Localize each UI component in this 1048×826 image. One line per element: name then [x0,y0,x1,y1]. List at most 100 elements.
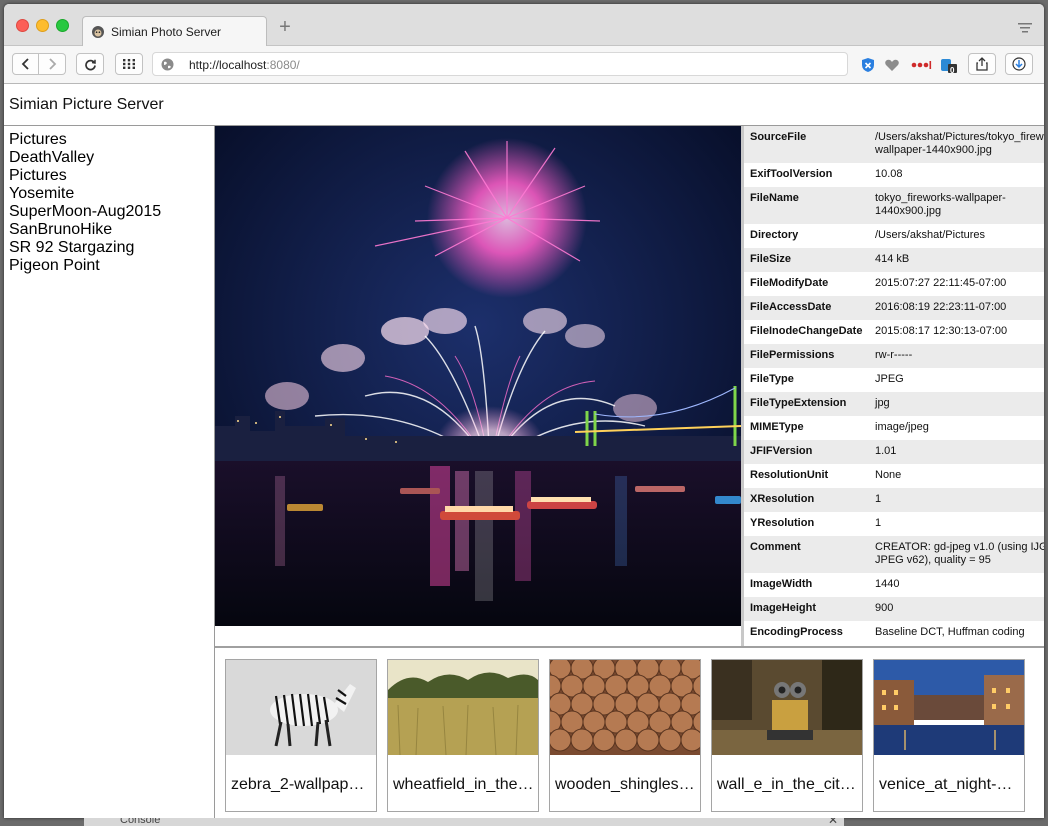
tab-simian-photo-server[interactable]: Simian Photo Server [82,16,267,47]
thumbnail-venice[interactable]: venice_at_night-wallpaper-1440x900.jpg [873,659,1025,812]
metadata-value: /Users/akshat/Pictures/tokyo_fireworks-w… [869,126,1044,163]
metadata-key: JFIFVersion [744,440,869,464]
address-bar[interactable]: http://localhost:8080/ [152,52,848,76]
fireworks-photo [215,126,741,626]
metadata-row: FileSize 414 kB [744,248,1044,272]
metadata-value: 1440 [869,573,1044,597]
metadata-key: YResolution [744,512,869,536]
console-label: Console [120,818,161,826]
metadata-row: FileType JPEG [744,368,1044,392]
metadata-row: FileModifyDate 2015:07:27 22:11:45-07:00 [744,272,1044,296]
browser-window: Simian Photo Server + http://localhost:8… [4,4,1044,818]
thumbnail-caption: zebra_2-wallpaper-1440x900.jpg [231,776,373,793]
tab-title: Simian Photo Server [111,25,222,39]
metadata-key: Comment [744,536,869,573]
new-tab-button[interactable]: + [274,17,296,39]
image-viewer[interactable] [215,126,741,626]
metadata-row: FileAccessDate 2016:08:19 22:23:11-07:00 [744,296,1044,320]
album-link[interactable]: SuperMoon-Aug2015 [9,203,214,221]
url-text: http://localhost:8080/ [189,58,300,72]
album-link[interactable]: DeathValley [9,149,214,167]
container-extension-icon[interactable] [940,56,958,74]
monkey-favicon-icon [92,26,104,38]
heart-icon[interactable] [884,57,900,73]
metadata-value: 1.01 [869,440,1044,464]
metadata-value: 2015:07:27 22:11:45-07:00 [869,272,1044,296]
metadata-key: XResolution [744,488,869,512]
top-sites-button[interactable] [115,53,143,75]
metadata-value: 414 kB [869,248,1044,272]
venice-thumbnail-image [874,660,1024,755]
page-title: Simian Picture Server [9,96,164,113]
thumbnail-caption: wheatfield_in_the_summer-wallpaper-1440x… [393,776,535,793]
metadata-key: FileInodeChangeDate [744,320,869,344]
thumbnail-zebra[interactable]: zebra_2-wallpaper-1440x900.jpg [225,659,377,812]
metadata-row: JFIFVersion 1.01 [744,440,1044,464]
album-link[interactable]: SanBrunoHike [9,221,214,239]
metadata-row: XResolution 1 [744,488,1044,512]
minimize-window-button[interactable] [36,19,49,32]
reload-button[interactable] [76,53,104,75]
metadata-value: 1 [869,512,1044,536]
download-icon [1012,57,1026,71]
metadata-row: SourceFile/Users/akshat/Pictures/tokyo_f… [744,126,1044,163]
close-window-button[interactable] [16,19,29,32]
thumbnail-caption: wall_e_in_the_city-wallpaper-1440x900.jp… [717,776,859,793]
share-button[interactable] [968,53,996,75]
thumbnail-caption: wooden_shingles-wallpaper-1440x900.jpg [555,776,697,793]
back-button[interactable] [12,53,39,75]
download-count-badge: 0 [950,66,955,75]
metadata-row: EncodingProcess Baseline DCT, Huffman cod… [744,621,1044,645]
share-icon [976,57,988,71]
metadata-value: CREATOR: gd-jpeg v1.0 (using IJG JPEG v6… [869,536,1044,573]
thumbnail-wall-e[interactable]: wall_e_in_the_city-wallpaper-1440x900.jp… [711,659,863,812]
tab-overflow-icon[interactable] [1018,23,1032,33]
album-link[interactable]: Pictures [9,167,214,185]
metadata-row: ResolutionUnit None [744,464,1044,488]
metadata-key: ImageHeight [744,597,869,621]
downloads-button[interactable] [1005,53,1033,75]
metadata-table: SourceFile/Users/akshat/Pictures/tokyo_f… [744,126,1044,645]
thumbnail-caption: venice_at_night-wallpaper-1440x900.jpg [879,776,1021,793]
forward-button[interactable] [39,53,66,75]
thumbnail-wheatfield[interactable]: wheatfield_in_the_summer-wallpaper-1440x… [387,659,539,812]
album-sidebar: Pictures DeathValley Pictures Yosemite S… [4,126,215,818]
metadata-key: Directory [744,224,869,248]
metadata-value: /Users/akshat/Pictures [869,224,1044,248]
forward-arrow-icon [49,58,57,70]
album-link[interactable]: Pigeon Point [9,257,214,275]
album-link[interactable]: SR 92 Stargazing [9,239,214,257]
console-close-icon[interactable]: ✕ [828,818,838,826]
wall-e-thumbnail-image [712,660,862,755]
metadata-value: None [869,464,1044,488]
metadata-row: FilePermissions rw-r----- [744,344,1044,368]
zebra-thumbnail-image [226,660,376,755]
reload-icon [84,59,96,70]
metadata-value: Baseline DCT, Huffman coding [869,621,1044,645]
metadata-value: rw-r----- [869,344,1044,368]
tab-strip: Simian Photo Server + [4,4,1044,47]
metadata-key: ResolutionUnit [744,464,869,488]
maximize-window-button[interactable] [56,19,69,32]
shield-extension-icon[interactable] [860,57,876,73]
metadata-row: ImageHeight 900 [744,597,1044,621]
metadata-value: 10.08 [869,163,1044,187]
metadata-value: tokyo_fireworks-wallpaper-1440x900.jpg [869,187,1044,224]
metadata-row: FileName tokyo_fireworks-wallpaper-1440x9… [744,187,1044,224]
console-bar[interactable]: Console ✕ [84,818,844,826]
metadata-value: 900 [869,597,1044,621]
album-link[interactable]: Pictures [9,131,214,149]
viewer-footer [215,626,741,646]
thumbnail-wooden-shingles[interactable]: wooden_shingles-wallpaper-1440x900.jpg [549,659,701,812]
album-link[interactable]: Yosemite [9,185,214,203]
lastpass-icon[interactable] [910,57,932,73]
metadata-row: MIMEType image/jpeg [744,416,1044,440]
metadata-panel: SourceFile/Users/akshat/Pictures/tokyo_f… [741,126,1044,646]
metadata-row: Comment CREATOR: gd-jpeg v1.0 (using IJG … [744,536,1044,573]
wheatfield-thumbnail-image [388,660,538,755]
page-content: Simian Picture Server Pictures DeathVall… [4,85,1044,818]
metadata-row: ExifToolVersion 10.08 [744,163,1044,187]
thumbnail-strip: zebra_2-wallpaper-1440x900.jpg wheatfiel… [215,646,1044,818]
metadata-value: 2015:08:17 12:30:13-07:00 [869,320,1044,344]
url-port: :8080/ [266,58,300,72]
